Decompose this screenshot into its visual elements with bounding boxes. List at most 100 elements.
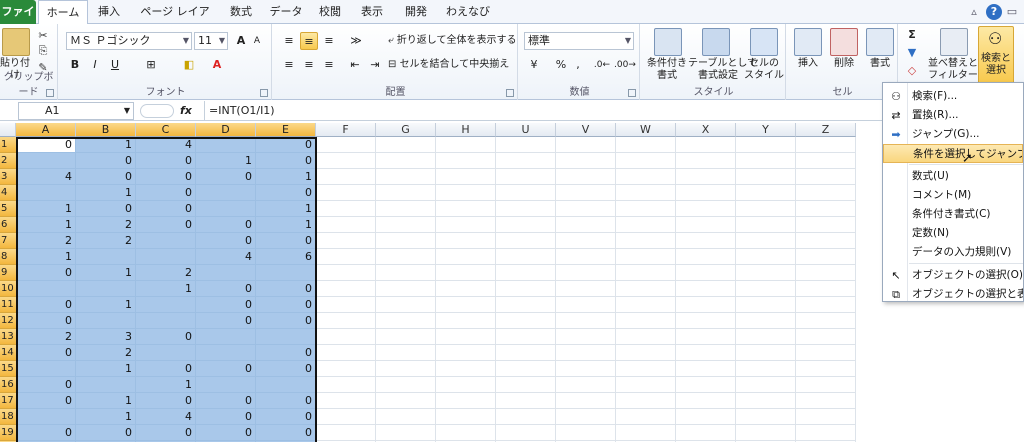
row-header-5[interactable]: 5 — [0, 201, 16, 217]
menu-item-11[interactable]: ⧉ オブジェクトの選択と表示(P)... — [883, 285, 1023, 304]
cell-a10[interactable] — [16, 281, 76, 297]
cell-b9[interactable]: 1 — [76, 265, 136, 281]
menu-item-4[interactable]: 条件を選択してジャンプ(S)... — [883, 144, 1023, 163]
column-header-y[interactable]: Y — [736, 123, 796, 137]
cell-v4[interactable] — [556, 185, 616, 201]
cell-c11[interactable] — [136, 297, 196, 313]
cell-g9[interactable] — [376, 265, 436, 281]
cell-x6[interactable] — [676, 217, 736, 233]
cut-icon[interactable]: ✂ — [36, 28, 50, 42]
cell-f2[interactable] — [316, 153, 376, 169]
column-header-g[interactable]: G — [376, 123, 436, 137]
cell-h1[interactable] — [436, 137, 496, 153]
cell-z12[interactable] — [796, 313, 856, 329]
cell-h13[interactable] — [436, 329, 496, 345]
cell-c19[interactable]: 0 — [136, 425, 196, 441]
tab-formulas[interactable]: 数式 — [222, 0, 260, 24]
menu-item-8[interactable]: 定数(N) — [883, 224, 1023, 243]
column-header-h[interactable]: H — [436, 123, 496, 137]
cell-x17[interactable] — [676, 393, 736, 409]
cell-h7[interactable] — [436, 233, 496, 249]
cell-a11[interactable]: 0 — [16, 297, 76, 313]
cell-e11[interactable]: 0 — [256, 297, 316, 313]
cell-b8[interactable] — [76, 249, 136, 265]
row-header-4[interactable]: 4 — [0, 185, 16, 201]
increase-decimal-icon[interactable]: .0← — [592, 56, 612, 74]
format-as-table-icon[interactable] — [702, 28, 730, 56]
cell-h18[interactable] — [436, 409, 496, 425]
cell-e3[interactable]: 1 — [256, 169, 316, 185]
cell-u15[interactable] — [496, 361, 556, 377]
cell-w16[interactable] — [616, 377, 676, 393]
row-header-7[interactable]: 7 — [0, 233, 16, 249]
menu-item-5[interactable]: 数式(U) — [883, 167, 1023, 186]
cell-f17[interactable] — [316, 393, 376, 409]
cell-u2[interactable] — [496, 153, 556, 169]
cell-x16[interactable] — [676, 377, 736, 393]
format-cells-icon[interactable] — [866, 28, 894, 56]
insert-cells-label[interactable]: 挿入 — [790, 58, 826, 70]
cell-a16[interactable]: 0 — [16, 377, 76, 393]
cell-y14[interactable] — [736, 345, 796, 361]
cell-w7[interactable] — [616, 233, 676, 249]
cell-x1[interactable] — [676, 137, 736, 153]
cell-y17[interactable] — [736, 393, 796, 409]
cell-v13[interactable] — [556, 329, 616, 345]
cell-a9[interactable]: 0 — [16, 265, 76, 281]
cell-x14[interactable] — [676, 345, 736, 361]
cell-h16[interactable] — [436, 377, 496, 393]
cell-e6[interactable]: 1 — [256, 217, 316, 233]
cell-e19[interactable]: 0 — [256, 425, 316, 441]
cell-f13[interactable] — [316, 329, 376, 345]
italic-button[interactable]: I — [86, 56, 104, 74]
cell-y11[interactable] — [736, 297, 796, 313]
cell-w4[interactable] — [616, 185, 676, 201]
cell-f16[interactable] — [316, 377, 376, 393]
cell-u6[interactable] — [496, 217, 556, 233]
cell-d14[interactable] — [196, 345, 256, 361]
cell-d11[interactable]: 0 — [196, 297, 256, 313]
cell-y12[interactable] — [736, 313, 796, 329]
cell-v7[interactable] — [556, 233, 616, 249]
cell-b16[interactable] — [76, 377, 136, 393]
row-header-1[interactable]: 1 — [0, 137, 16, 153]
cell-d15[interactable]: 0 — [196, 361, 256, 377]
cell-y15[interactable] — [736, 361, 796, 377]
cell-b15[interactable]: 1 — [76, 361, 136, 377]
cell-z4[interactable] — [796, 185, 856, 201]
cell-g8[interactable] — [376, 249, 436, 265]
tab-view[interactable]: 表示 — [356, 0, 388, 24]
cell-v9[interactable] — [556, 265, 616, 281]
fill-icon[interactable]: ▼ — [904, 44, 920, 62]
cell-h14[interactable] — [436, 345, 496, 361]
cell-z19[interactable] — [796, 425, 856, 441]
cell-u12[interactable] — [496, 313, 556, 329]
cell-c9[interactable]: 2 — [136, 265, 196, 281]
cell-z2[interactable] — [796, 153, 856, 169]
cell-x12[interactable] — [676, 313, 736, 329]
orientation-icon[interactable]: ≫ — [346, 32, 366, 50]
cell-v6[interactable] — [556, 217, 616, 233]
cell-g4[interactable] — [376, 185, 436, 201]
cell-z17[interactable] — [796, 393, 856, 409]
align-right-icon[interactable]: ≡ — [320, 56, 338, 74]
cell-f5[interactable] — [316, 201, 376, 217]
cell-e1[interactable]: 0 — [256, 137, 316, 153]
cell-y6[interactable] — [736, 217, 796, 233]
cell-v3[interactable] — [556, 169, 616, 185]
cell-y10[interactable] — [736, 281, 796, 297]
cell-v19[interactable] — [556, 425, 616, 441]
cell-w11[interactable] — [616, 297, 676, 313]
menu-item-3[interactable]: ➡ ジャンプ(G)... — [883, 125, 1023, 144]
row-header-13[interactable]: 13 — [0, 329, 16, 345]
cell-d8[interactable]: 4 — [196, 249, 256, 265]
cell-u17[interactable] — [496, 393, 556, 409]
window-minimize-icon[interactable]: ▭ — [1004, 4, 1020, 20]
cell-g11[interactable] — [376, 297, 436, 313]
cell-w8[interactable] — [616, 249, 676, 265]
row-header-2[interactable]: 2 — [0, 153, 16, 169]
cell-x15[interactable] — [676, 361, 736, 377]
copy-icon[interactable]: ⎘ — [36, 44, 50, 58]
cell-d1[interactable] — [196, 137, 256, 153]
cell-v16[interactable] — [556, 377, 616, 393]
